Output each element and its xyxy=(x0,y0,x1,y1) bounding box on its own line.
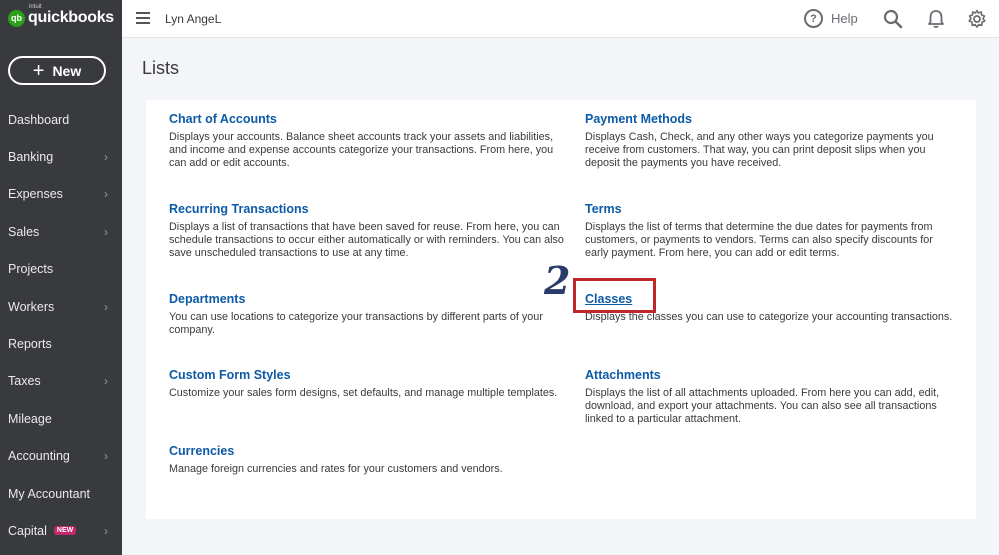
sidebar-item-dashboard[interactable]: Dashboard xyxy=(0,101,122,138)
lists-card: Chart of Accounts Displays your accounts… xyxy=(146,100,976,519)
logo-intuit-text: intuit xyxy=(29,4,42,10)
chart-of-accounts-link[interactable]: Chart of Accounts xyxy=(169,112,569,126)
sidebar-item-mileage[interactable]: Mileage xyxy=(0,400,122,437)
list-item-attachments: Attachments Displays the list of all att… xyxy=(585,368,955,426)
sidebar-item-label: Dashboard xyxy=(8,112,70,127)
terms-link[interactable]: Terms xyxy=(585,202,955,216)
custom-form-styles-link[interactable]: Custom Form Styles xyxy=(169,368,569,382)
gear-icon[interactable] xyxy=(967,9,987,29)
new-button[interactable]: + New xyxy=(8,56,106,85)
sidebar-nav: Dashboard Banking › Expenses › Sales › Proj… xyxy=(0,101,122,550)
list-item-terms: Terms Displays the list of terms that de… xyxy=(585,202,955,260)
sidebar-item-accounting[interactable]: Accounting › xyxy=(0,438,122,475)
sidebar-item-label: My Accountant xyxy=(8,486,90,501)
help-button[interactable]: ? Help xyxy=(804,9,858,28)
list-item-description: Manage foreign currencies and rates for … xyxy=(169,463,503,475)
sidebar-item-capital[interactable]: Capital NEW › xyxy=(0,512,122,549)
list-item-description: Displays the list of terms that determin… xyxy=(585,221,933,259)
currencies-link[interactable]: Currencies xyxy=(169,444,569,458)
list-item-description: Displays a list of transactions that hav… xyxy=(169,221,564,259)
sidebar-item-expenses[interactable]: Expenses › xyxy=(0,176,122,213)
sidebar-item-label: Projects xyxy=(8,262,54,277)
sidebar-item-reports[interactable]: Reports xyxy=(0,325,122,362)
search-icon[interactable] xyxy=(883,9,903,29)
chevron-right-icon: › xyxy=(104,299,108,314)
bell-icon[interactable] xyxy=(926,9,946,29)
list-item-description: Customize your sales form designs, set d… xyxy=(169,387,558,399)
list-item-description: Displays the list of all attachments upl… xyxy=(585,387,940,425)
attachments-link[interactable]: Attachments xyxy=(585,368,955,382)
qb-logo-icon: qb xyxy=(8,9,25,27)
company-name: Lyn AngeL xyxy=(165,12,222,26)
chevron-right-icon: › xyxy=(104,224,108,239)
chevron-right-icon: › xyxy=(104,374,108,389)
sidebar-item-banking[interactable]: Banking › xyxy=(0,138,122,175)
new-badge: NEW xyxy=(53,526,77,536)
list-item-departments: Departments You can use locations to cat… xyxy=(169,292,569,337)
list-item-description: Displays Cash, Check, and any other ways… xyxy=(585,131,934,169)
top-bar: Lyn AngeL ? Help xyxy=(122,0,999,38)
list-item-description: Displays your accounts. Balance sheet ac… xyxy=(169,131,554,169)
logo-name-text: quickbooks xyxy=(28,9,114,26)
sidebar-item-sales[interactable]: Sales › xyxy=(0,213,122,250)
sidebar-item-label: Sales xyxy=(8,224,40,239)
recurring-transactions-link[interactable]: Recurring Transactions xyxy=(169,202,569,216)
sidebar-item-label: Workers xyxy=(8,299,55,314)
help-label: Help xyxy=(831,11,858,26)
list-item-chart-of-accounts: Chart of Accounts Displays your accounts… xyxy=(169,112,569,170)
sidebar-item-workers[interactable]: Workers › xyxy=(0,288,122,325)
sidebar-item-label: Accounting xyxy=(8,449,70,464)
chevron-right-icon: › xyxy=(104,449,108,464)
plus-icon: + xyxy=(32,59,45,82)
list-item-description: You can use locations to categorize your… xyxy=(169,311,543,336)
sidebar: qb intuit quickbooks + New Dashboard Ban… xyxy=(0,0,122,555)
list-item-currencies: Currencies Manage foreign currencies and… xyxy=(169,444,569,476)
payment-methods-link[interactable]: Payment Methods xyxy=(585,112,955,126)
sidebar-item-label: Reports xyxy=(8,337,52,352)
chevron-right-icon: › xyxy=(104,187,108,202)
list-item-payment-methods: Payment Methods Displays Cash, Check, an… xyxy=(585,112,955,170)
departments-link[interactable]: Departments xyxy=(169,292,569,306)
sidebar-item-projects[interactable]: Projects xyxy=(0,251,122,288)
menu-icon[interactable] xyxy=(136,12,150,24)
list-item-custom-form-styles: Custom Form Styles Customize your sales … xyxy=(169,368,569,400)
quickbooks-logo[interactable]: qb intuit quickbooks xyxy=(8,4,114,27)
sidebar-item-label: Capital xyxy=(8,523,47,538)
sidebar-item-label: Taxes xyxy=(8,374,41,389)
chevron-right-icon: › xyxy=(104,150,108,165)
sidebar-item-my-accountant[interactable]: My Accountant xyxy=(0,475,122,512)
highlight-box xyxy=(573,278,656,313)
sidebar-item-taxes[interactable]: Taxes › xyxy=(0,363,122,400)
sidebar-item-label: Mileage xyxy=(8,411,52,426)
chevron-right-icon: › xyxy=(104,523,108,538)
new-button-label: New xyxy=(52,62,82,79)
step-number-annotation: 2 xyxy=(544,258,571,303)
page-title: Lists xyxy=(142,58,180,78)
list-item-recurring-transactions: Recurring Transactions Displays a list o… xyxy=(169,202,569,260)
help-icon: ? xyxy=(804,9,823,28)
sidebar-item-label: Expenses xyxy=(8,187,63,202)
sidebar-item-label: Banking xyxy=(8,150,54,165)
